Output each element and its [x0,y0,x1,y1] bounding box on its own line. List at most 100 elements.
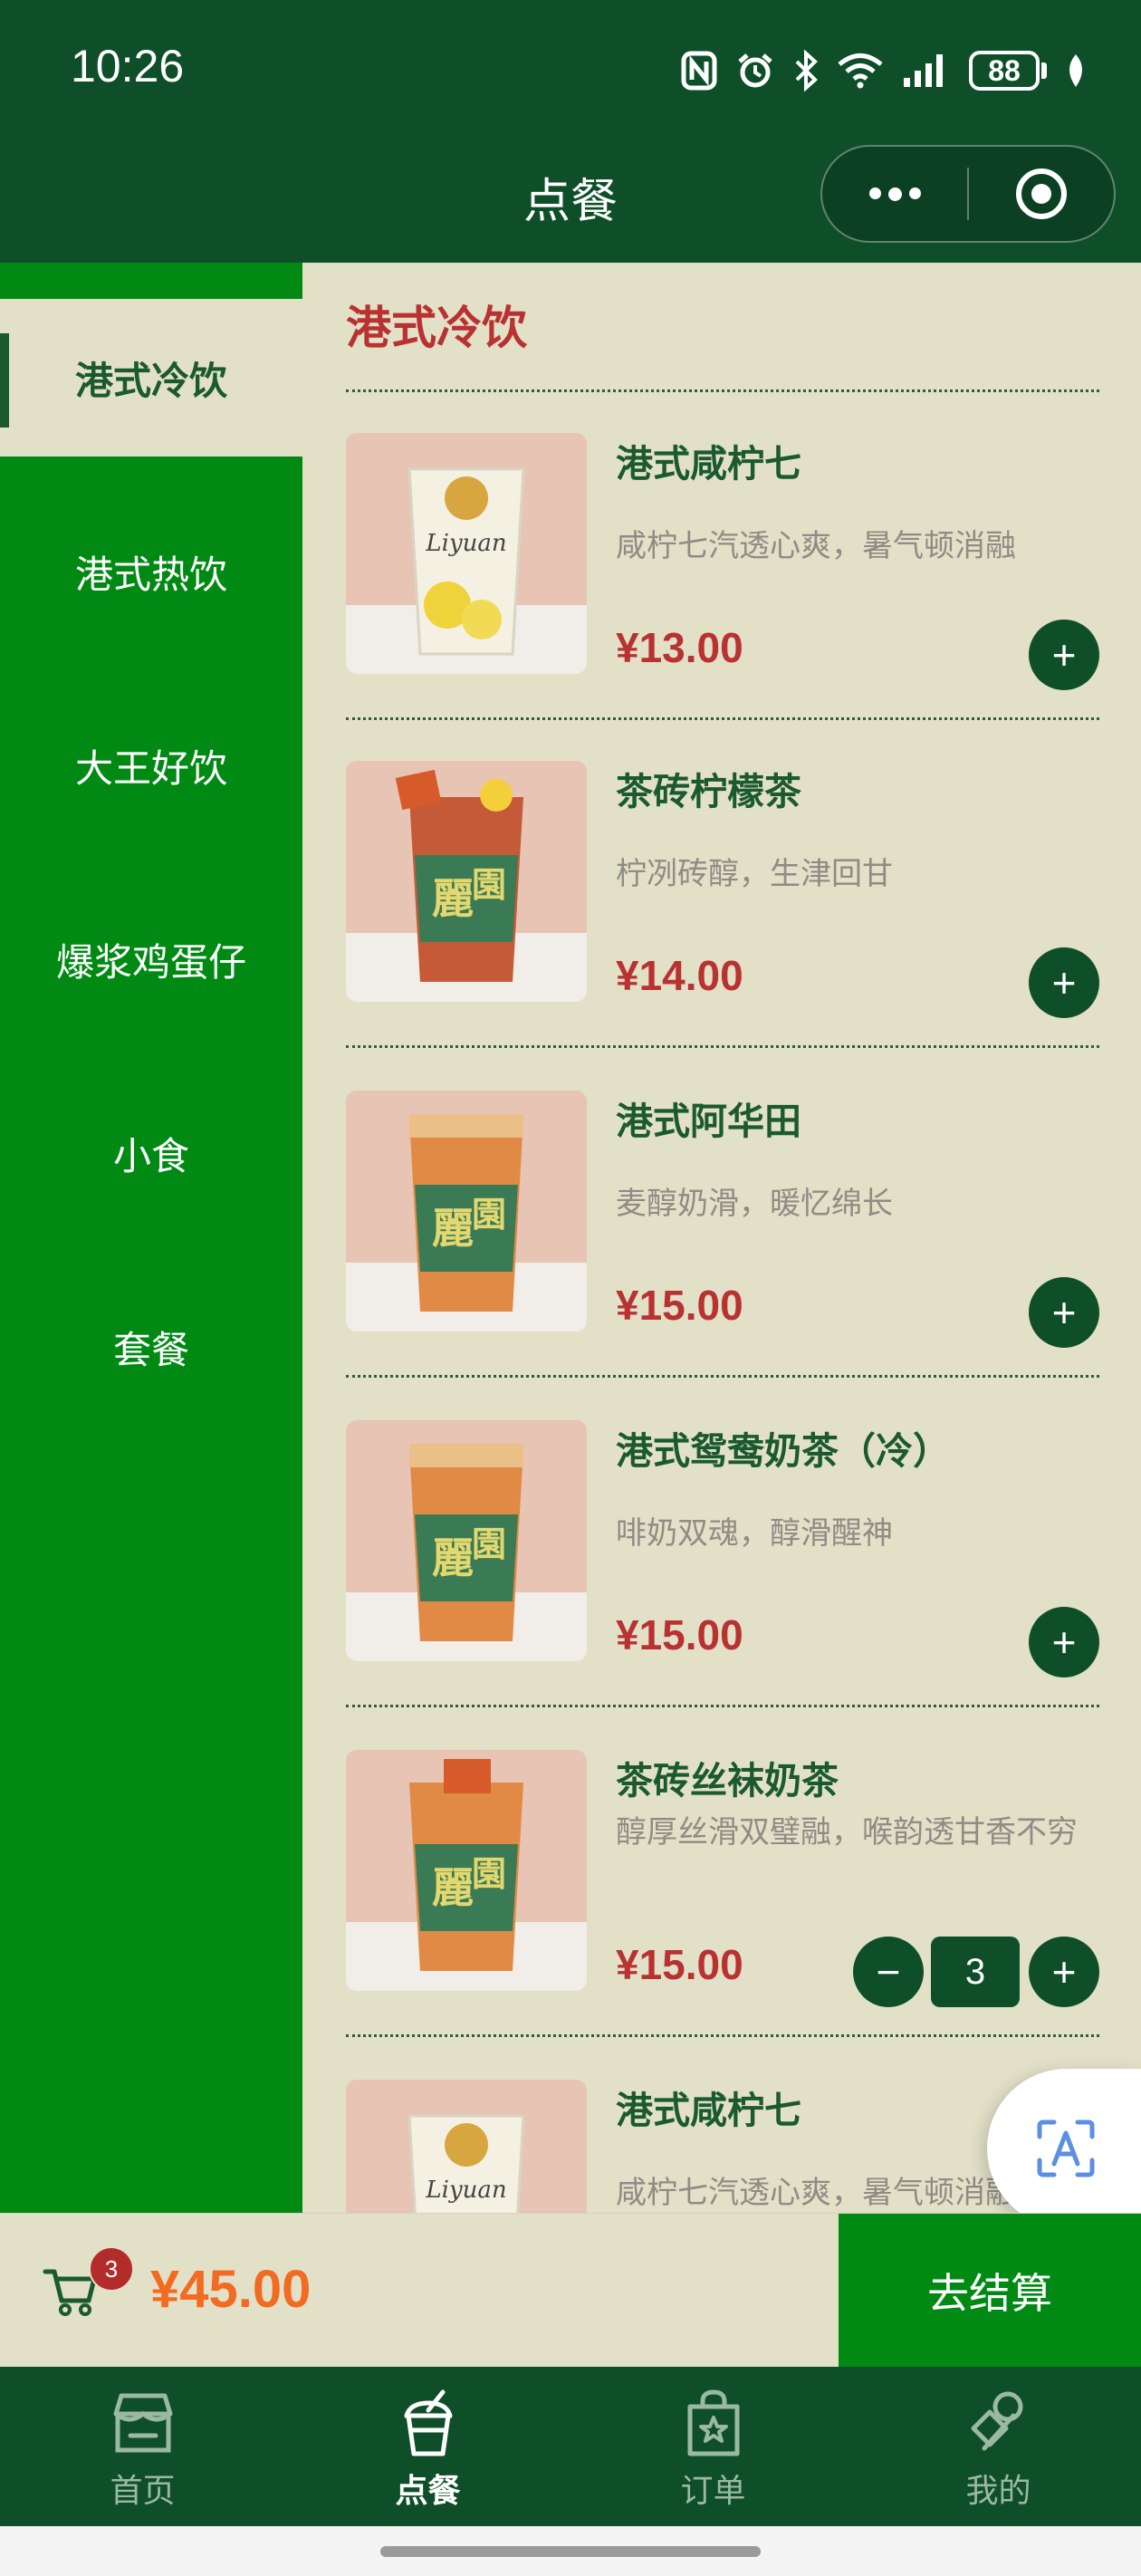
home-indicator[interactable] [380,2546,761,2557]
signal-icon [904,54,943,87]
category-sidebar: 港式冷饮 港式热饮 大王好饮 爆浆鸡蛋仔 小食 套餐 [0,263,302,2213]
product-price: ¥15.00 [616,1941,743,1988]
close-miniprogram-button[interactable] [969,147,1114,241]
product-item[interactable]: 麗 園 港式阿华田 麦醇奶滑，暖忆绵长 ¥15.00 + [346,1091,1099,1362]
miniprogram-capsule [820,145,1116,243]
svg-text:園: 園 [472,1194,506,1235]
product-name: 港式阿华田 [616,1100,801,1143]
tab-label: 我的 [965,2473,1031,2510]
product-image: 麗 園 [346,761,587,1002]
product-image: Liyuan [346,2080,587,2213]
sidebar-item-hot-drinks[interactable]: 港式热饮 [0,493,302,650]
top-bar: 10:26 88 点餐 [0,0,1141,263]
tab-label: 首页 [110,2473,176,2510]
decrease-quantity-button[interactable]: − [853,1937,924,2007]
wifi-icon [838,53,883,89]
store-icon [113,2393,172,2453]
cart-total: ¥45.00 [150,2260,312,2319]
add-to-cart-button[interactable]: + [1029,620,1099,690]
svg-text:麗: 麗 [432,1863,474,1912]
product-name: 港式咸柠七 [616,442,801,485]
sidebar-item-snacks[interactable]: 小食 [0,1074,302,1232]
translate-scan-icon [1037,2119,1095,2177]
svg-text:麗: 麗 [432,874,474,923]
divider [346,2034,1099,2037]
divider [346,389,1099,392]
divider [346,1705,1099,1707]
quantity-value[interactable]: 3 [931,1937,1020,2007]
svg-text:麗: 麗 [432,1533,474,1582]
sidebar-item-label: 大王好饮 [74,745,227,791]
checkout-button[interactable]: 去结算 [839,2214,1141,2368]
tab-home[interactable]: 首页 [0,2367,285,2526]
product-name: 茶砖丝袜奶茶 [616,1759,839,1802]
sidebar-item-label: 套餐 [112,1327,189,1372]
translate-button[interactable] [987,2069,1141,2228]
product-item[interactable]: Liyuan 港式咸柠七 咸柠七汽透心爽，暑气顿消融 ¥13.00 + [346,433,1099,705]
section-title: 港式冷饮 [346,302,527,354]
sidebar-item-cold-drinks[interactable]: 港式冷饮 [0,299,302,457]
product-name: 港式鸳鸯奶茶（冷） [616,1429,950,1473]
divider [346,1375,1099,1378]
add-to-cart-button[interactable]: + [1029,1277,1099,1348]
product-image: 麗 園 [346,1420,587,1661]
drink-cup-icon [404,2389,452,2456]
svg-text:Liyuan: Liyuan [425,530,506,557]
cart-bar: 3 ¥45.00 去结算 [0,2213,1141,2368]
tab-label: 订单 [680,2473,746,2510]
product-price: ¥13.00 [616,624,743,671]
more-button[interactable] [822,147,967,241]
product-name: 港式咸柠七 [616,2089,801,2132]
product-name: 茶砖柠檬茶 [616,770,801,813]
tab-order[interactable]: 点餐 [285,2367,570,2526]
product-item[interactable]: 麗 園 茶砖柠檬茶 柠冽砖醇，生津回甘 ¥14.00 + [346,761,1099,1033]
battery-indicator: 88 [969,51,1047,91]
product-item[interactable]: 麗 園 茶砖丝袜奶茶 醇厚丝滑双璧融，喉韵透甘香不穷 ¥15.00 − 3 + [346,1750,1099,2022]
add-to-cart-button[interactable]: + [1029,1607,1099,1677]
bottom-tab-bar: 首页 点餐 订单 我的 [0,2367,1141,2526]
svg-text:園: 園 [472,864,506,905]
sidebar-item-label: 港式热饮 [74,552,227,597]
product-image: 麗 園 [346,1750,587,1991]
product-price: ¥15.00 [616,1282,743,1329]
tab-orders[interactable]: 订单 [570,2367,856,2526]
sidebar-item-label: 港式冷饮 [74,358,227,403]
product-image: Liyuan [346,433,587,674]
svg-text:園: 園 [472,1853,506,1894]
svg-text:Liyuan: Liyuan [425,2177,506,2204]
add-to-cart-button[interactable]: + [1029,947,1099,1018]
product-description: 醇厚丝滑双璧融，喉韵透甘香不穷 [616,1814,1078,1850]
product-list: 港式冷饮 Liyuan 港式咸柠七 咸柠七汽透心爽，暑气顿消融 ¥13.00 + [302,263,1141,2213]
product-description: 咸柠七汽透心爽，暑气顿消融 [616,528,1016,564]
svg-text:麗: 麗 [432,1204,474,1253]
target-circle-icon [1015,168,1067,219]
nfc-icon [681,51,717,91]
svg-text:園: 園 [472,1523,506,1564]
product-description: 啡奶双魂，醇滑醒神 [616,1515,893,1552]
product-image: 麗 園 [346,1091,587,1331]
status-icons: 88 [681,47,1087,94]
sidebar-item-egg-waffle[interactable]: 爆浆鸡蛋仔 [0,880,302,1038]
increase-quantity-button[interactable]: + [1029,1937,1099,2007]
divider [346,1045,1099,1048]
sidebar-item-combos[interactable]: 套餐 [0,1268,302,1426]
battery-level: 88 [988,53,1021,87]
alarm-icon [738,53,772,88]
status-time: 10:26 [71,41,185,91]
product-item[interactable]: 麗 園 港式鸳鸯奶茶（冷） 啡奶双魂，醇滑醒神 ¥15.00 + [346,1420,1099,1692]
more-dots-icon [868,187,921,201]
profile-icon [971,2391,1022,2451]
product-price: ¥14.00 [616,952,743,999]
product-description: 麦醇奶滑，暖忆绵长 [616,1186,893,1222]
leaf-icon [1069,54,1082,87]
sidebar-item-king-drinks[interactable]: 大王好饮 [0,687,302,844]
tab-label: 点餐 [395,2473,461,2510]
divider [346,717,1099,720]
system-home-area [0,2526,1141,2576]
sidebar-item-label: 爆浆鸡蛋仔 [55,939,246,985]
cart-count-badge: 3 [89,2246,134,2292]
bluetooth-icon [795,50,818,91]
sidebar-item-label: 小食 [112,1133,189,1178]
order-bag-icon [687,2389,739,2456]
tab-profile[interactable]: 我的 [856,2367,1141,2526]
